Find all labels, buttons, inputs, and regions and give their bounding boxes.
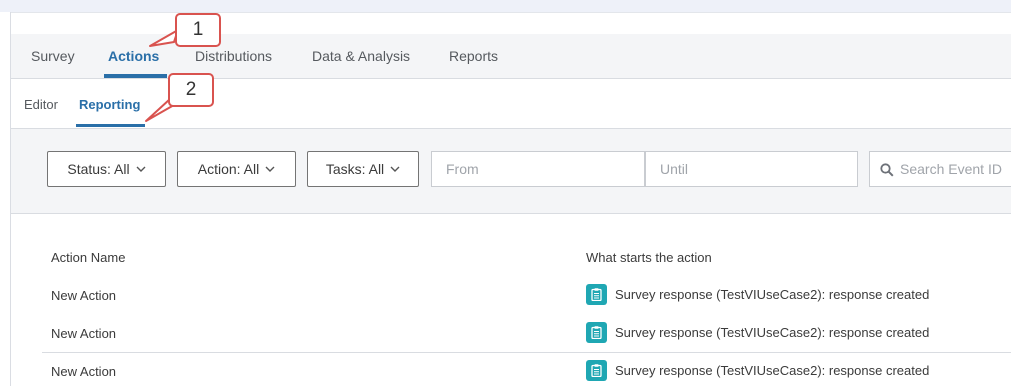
annotation-callout-1: 1: [175, 13, 221, 47]
frame-top-border: [10, 12, 1011, 13]
search-placeholder: Search Event ID: [900, 161, 1002, 177]
chevron-down-icon: [390, 166, 400, 172]
subtab-reporting[interactable]: Reporting: [79, 97, 140, 112]
row-2-trigger: Survey response (TestVIUseCase2): respon…: [586, 322, 929, 343]
row-1-trigger: Survey response (TestVIUseCase2): respon…: [586, 284, 929, 305]
status-filter-dropdown[interactable]: Status: All: [47, 151, 166, 187]
action-filter-dropdown[interactable]: Action: All: [177, 151, 296, 187]
annotation-callout-2: 2: [168, 73, 214, 107]
row-3-trigger: Survey response (TestVIUseCase2): respon…: [586, 360, 929, 381]
chevron-down-icon: [136, 166, 146, 172]
tab-data-analysis[interactable]: Data & Analysis: [312, 48, 410, 64]
survey-response-icon: [586, 360, 607, 381]
from-date-input[interactable]: From: [431, 151, 645, 187]
search-event-id-input[interactable]: Search Event ID: [869, 151, 1011, 187]
column-header-trigger: What starts the action: [586, 250, 712, 265]
survey-response-icon: [586, 322, 607, 343]
top-strip: [0, 0, 1011, 12]
row-divider: [42, 352, 1011, 353]
status-filter-label: Status: All: [67, 161, 130, 177]
tasks-filter-label: Tasks: All: [325, 161, 385, 177]
tasks-filter-dropdown[interactable]: Tasks: All: [307, 151, 419, 187]
subtab-reporting-underline: [76, 124, 145, 127]
row-2-action-name[interactable]: New Action: [51, 326, 116, 341]
main-nav: [11, 34, 1011, 79]
action-filter-label: Action: All: [197, 161, 260, 177]
row-1-trigger-text: Survey response (TestVIUseCase2): respon…: [615, 287, 930, 302]
tab-actions[interactable]: Actions: [108, 48, 159, 64]
chevron-down-icon: [265, 166, 275, 172]
row-1-action-name[interactable]: New Action: [51, 288, 116, 303]
tab-distributions[interactable]: Distributions: [195, 48, 272, 64]
row-3-action-name[interactable]: New Action: [51, 364, 116, 379]
until-date-input[interactable]: Until: [645, 151, 858, 187]
subtab-editor[interactable]: Editor: [24, 97, 58, 112]
tab-actions-underline: [104, 74, 167, 78]
row-2-trigger-text: Survey response (TestVIUseCase2): respon…: [615, 325, 930, 340]
column-header-action-name: Action Name: [51, 250, 126, 265]
row-3-trigger-text: Survey response (TestVIUseCase2): respon…: [615, 363, 930, 378]
search-icon: [880, 163, 894, 177]
sub-nav: [11, 79, 1011, 129]
tab-survey[interactable]: Survey: [31, 48, 75, 64]
survey-response-icon: [586, 284, 607, 305]
tab-reports[interactable]: Reports: [449, 48, 498, 64]
